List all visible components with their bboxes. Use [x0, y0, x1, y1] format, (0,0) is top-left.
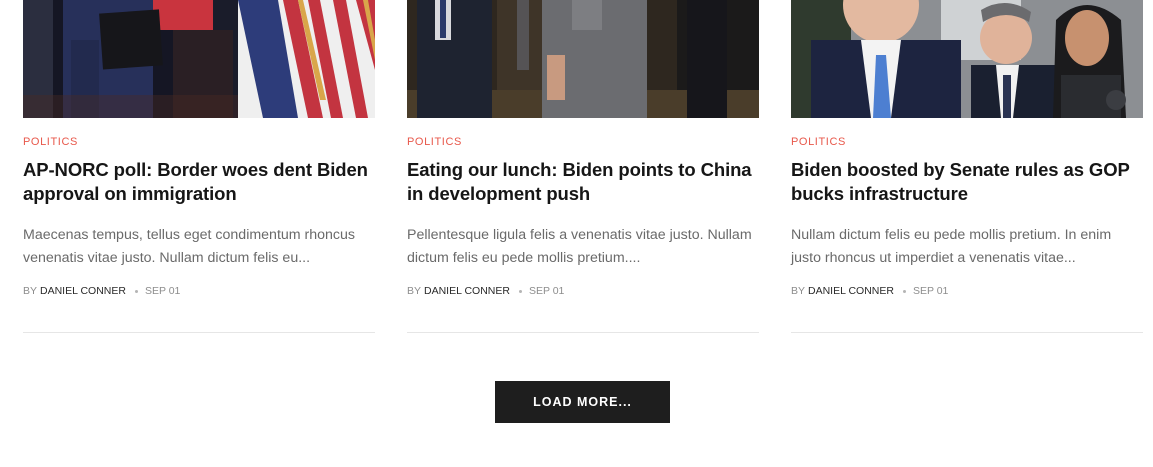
- post-category[interactable]: POLITICS: [791, 136, 846, 148]
- post-thumbnail[interactable]: [23, 0, 375, 118]
- byline-prefix: BY: [407, 285, 422, 297]
- post-category[interactable]: POLITICS: [407, 136, 462, 148]
- post-card: POLITICS AP-NORC poll: Border woes dent …: [23, 0, 375, 333]
- post-meta: BY DANIEL CONNER SEP 01: [407, 285, 564, 297]
- post-image: [23, 0, 375, 118]
- post-image: [407, 0, 759, 118]
- meta-separator: [134, 289, 138, 293]
- post-meta: BY DANIEL CONNER SEP 01: [791, 285, 948, 297]
- post-date: SEP 01: [144, 285, 181, 297]
- post-excerpt: Maecenas tempus, tellus eget condimentum…: [23, 227, 356, 266]
- post-date: SEP 01: [912, 285, 949, 297]
- post-author[interactable]: DANIEL CONNER: [40, 285, 126, 297]
- load-more-button[interactable]: LOAD MORE...: [495, 381, 670, 423]
- post-author[interactable]: DANIEL CONNER: [808, 285, 894, 297]
- post-thumbnail[interactable]: [407, 0, 759, 118]
- post-date: SEP 01: [528, 285, 565, 297]
- post-title[interactable]: AP-NORC poll: Border woes dent Biden app…: [23, 158, 375, 206]
- byline-prefix: BY: [23, 285, 38, 297]
- byline-prefix: BY: [791, 285, 806, 297]
- post-author[interactable]: DANIEL CONNER: [424, 285, 510, 297]
- post-image: [791, 0, 1143, 118]
- post-thumbnail[interactable]: [791, 0, 1143, 118]
- post-meta: BY DANIEL CONNER SEP 01: [23, 285, 180, 297]
- meta-separator: [902, 289, 906, 293]
- post-title[interactable]: Biden boosted by Senate rules as GOP buc…: [791, 158, 1143, 206]
- post-card: POLITICS Biden boosted by Senate rules a…: [791, 0, 1143, 333]
- post-excerpt: Nullam dictum felis eu pede mollis preti…: [791, 227, 1112, 266]
- post-category[interactable]: POLITICS: [23, 136, 78, 148]
- meta-separator: [518, 289, 522, 293]
- post-title[interactable]: Eating our lunch: Biden points to China …: [407, 158, 759, 206]
- post-excerpt: Pellentesque ligula felis a venenatis vi…: [407, 227, 752, 266]
- post-card: POLITICS Eating our lunch: Biden points …: [407, 0, 759, 333]
- post-grid: POLITICS AP-NORC poll: Border woes dent …: [23, 0, 1143, 333]
